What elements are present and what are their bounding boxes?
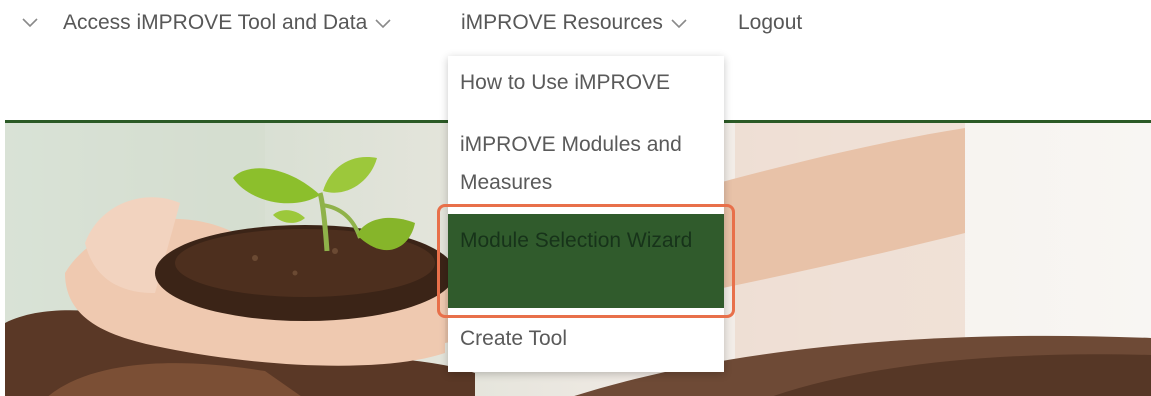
resources-dropdown-menu: How to Use iMPROVE iMPROVE Modules and M…: [448, 56, 724, 372]
menu-item-label: Module Selection Wizard: [460, 229, 693, 252]
top-nav: Access iMPROVE Tool and Data iMPROVE Res…: [0, 0, 1151, 46]
menu-item-label: iMPROVE Modules and Measures: [460, 133, 682, 194]
menu-item-create-tool[interactable]: Create Tool: [448, 320, 724, 364]
chevron-down-icon: [373, 17, 393, 29]
menu-item-module-selection-wizard[interactable]: Module Selection Wizard: [448, 214, 724, 308]
menu-item-label: Create Tool: [460, 327, 568, 350]
nav-access-tool-and-data[interactable]: Access iMPROVE Tool and Data: [63, 0, 393, 46]
nav-improve-resources[interactable]: iMPROVE Resources: [461, 0, 689, 46]
menu-item-label: How to Use iMPROVE: [460, 71, 671, 94]
page: Access iMPROVE Tool and Data iMPROVE Res…: [0, 0, 1151, 396]
nav-access-label: Access iMPROVE Tool and Data: [63, 11, 368, 34]
chevron-down-icon[interactable]: [20, 16, 40, 28]
nav-logout-label: Logout: [738, 11, 803, 34]
menu-item-how-to-use[interactable]: How to Use iMPROVE: [448, 64, 724, 120]
chevron-down-icon: [669, 17, 689, 29]
nav-resources-label: iMPROVE Resources: [461, 11, 663, 34]
nav-logout[interactable]: Logout: [738, 0, 802, 46]
